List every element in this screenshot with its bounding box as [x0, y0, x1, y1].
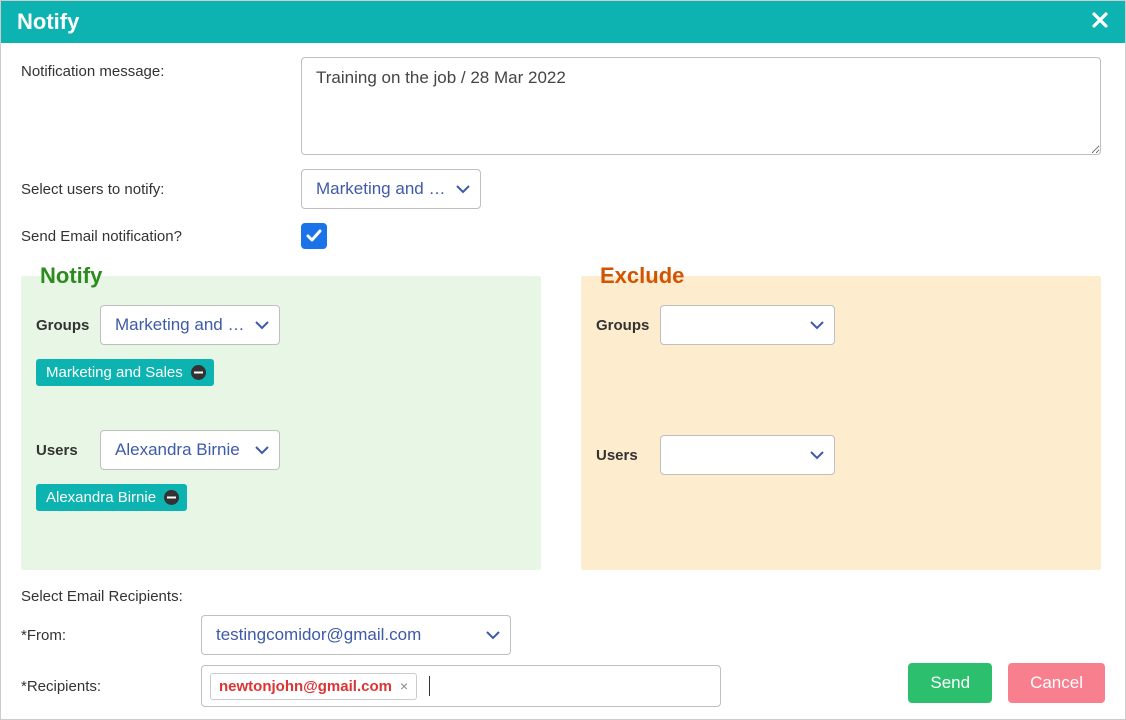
- notify-groups-label: Groups: [36, 317, 100, 334]
- modal-body: Notification message: Select users to no…: [1, 43, 1125, 719]
- notify-legend: Notify: [36, 263, 106, 289]
- cancel-button[interactable]: Cancel: [1008, 663, 1105, 703]
- notify-groups-dropdown[interactable]: Marketing and …: [100, 305, 280, 345]
- text-cursor: [429, 676, 430, 696]
- notify-groups-row: Groups Marketing and …: [36, 305, 526, 345]
- notification-message-row: Notification message:: [21, 57, 1101, 155]
- exclude-fieldset: Exclude Groups Users: [581, 263, 1101, 570]
- select-users-value: Marketing and …: [316, 179, 445, 199]
- notify-users-tag-text: Alexandra Birnie: [46, 489, 156, 506]
- exclude-legend: Exclude: [596, 263, 688, 289]
- recipient-tag: newtonjohn@gmail.com ×: [210, 673, 417, 700]
- notification-message-label: Notification message:: [21, 57, 301, 80]
- notify-users-label: Users: [36, 442, 100, 459]
- notify-users-dropdown[interactable]: Alexandra Birnie: [100, 430, 280, 470]
- notify-users-tag: Alexandra Birnie: [36, 484, 187, 511]
- select-users-row: Select users to notify: Marketing and …: [21, 169, 1101, 209]
- select-users-dropdown[interactable]: Marketing and …: [301, 169, 481, 209]
- recipients-input[interactable]: newtonjohn@gmail.com ×: [201, 665, 721, 707]
- notify-users-row: Users Alexandra Birnie: [36, 430, 526, 470]
- exclude-users-dropdown[interactable]: [660, 435, 835, 475]
- chevron-down-icon: [255, 320, 269, 330]
- exclude-groups-label: Groups: [596, 317, 660, 334]
- notify-exclude-columns: Notify Groups Marketing and … Marketing …: [21, 263, 1101, 570]
- modal-footer: Send Cancel: [908, 663, 1105, 703]
- chevron-down-icon: [810, 450, 824, 460]
- exclude-users-row: Users: [596, 435, 1086, 475]
- notification-message-input[interactable]: [301, 57, 1101, 155]
- close-icon[interactable]: [1091, 9, 1109, 35]
- notify-users-value: Alexandra Birnie: [115, 440, 240, 460]
- notify-groups-tag-text: Marketing and Sales: [46, 364, 183, 381]
- email-from-label: *From:: [21, 627, 201, 644]
- exclude-groups-row: Groups: [596, 305, 1086, 345]
- select-users-label: Select users to notify:: [21, 181, 301, 198]
- remove-icon[interactable]: ×: [400, 678, 408, 694]
- send-button[interactable]: Send: [908, 663, 992, 703]
- email-from-row: *From: testingcomidor@gmail.com: [21, 615, 1101, 655]
- chevron-down-icon: [456, 184, 470, 194]
- send-email-label: Send Email notification?: [21, 228, 301, 245]
- remove-icon[interactable]: [191, 365, 206, 380]
- send-email-checkbox[interactable]: [301, 223, 327, 249]
- exclude-groups-dropdown[interactable]: [660, 305, 835, 345]
- recipient-tag-text: newtonjohn@gmail.com: [219, 678, 392, 695]
- remove-icon[interactable]: [164, 490, 179, 505]
- email-from-value: testingcomidor@gmail.com: [216, 625, 421, 645]
- email-from-dropdown[interactable]: testingcomidor@gmail.com: [201, 615, 511, 655]
- exclude-users-label: Users: [596, 447, 660, 464]
- notify-groups-tag: Marketing and Sales: [36, 359, 214, 386]
- chevron-down-icon: [255, 445, 269, 455]
- email-recipients-label: *Recipients:: [21, 678, 201, 695]
- notify-modal: Notify Notification message: Select user…: [0, 0, 1126, 720]
- notify-groups-value: Marketing and …: [115, 315, 244, 335]
- chevron-down-icon: [810, 320, 824, 330]
- send-email-row: Send Email notification?: [21, 223, 1101, 249]
- notify-fieldset: Notify Groups Marketing and … Marketing …: [21, 263, 541, 570]
- chevron-down-icon: [486, 630, 500, 640]
- modal-header: Notify: [1, 1, 1125, 43]
- email-section-label: Select Email Recipients:: [21, 588, 1101, 605]
- modal-title: Notify: [17, 9, 79, 35]
